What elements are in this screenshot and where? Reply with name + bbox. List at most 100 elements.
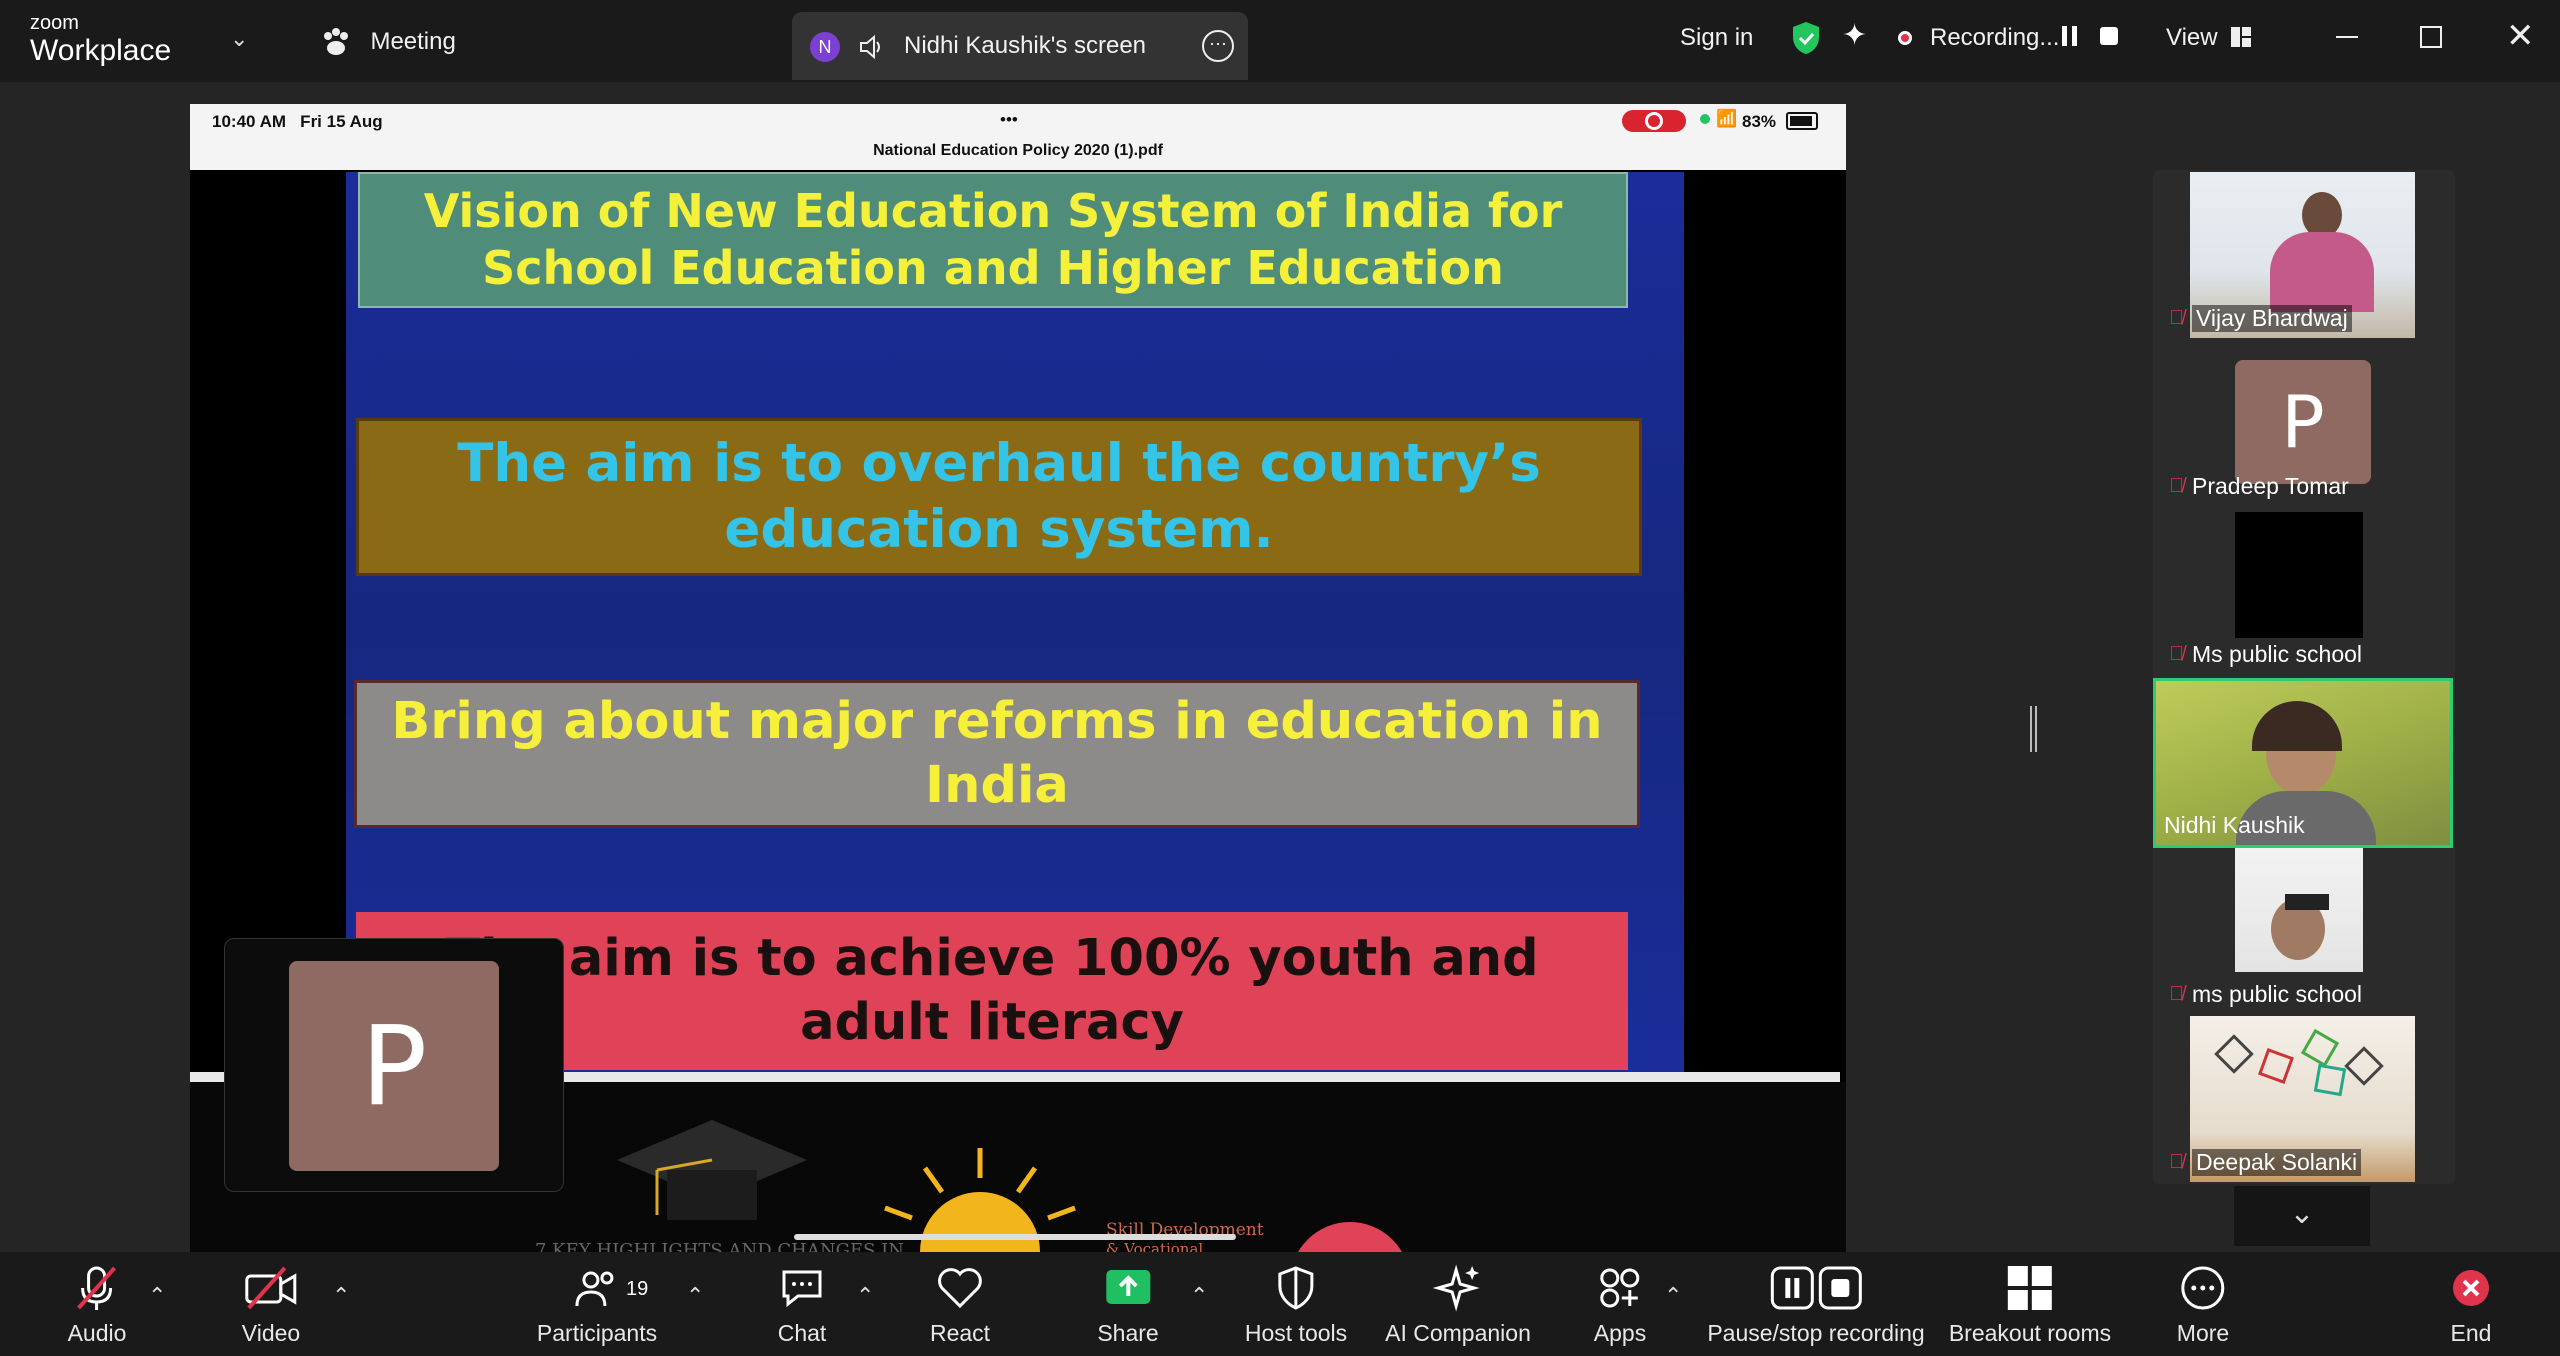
graduation-cap-icon bbox=[617, 1120, 807, 1220]
audio-button[interactable]: Audio bbox=[67, 1262, 127, 1347]
pause-recording-icon[interactable] bbox=[2062, 26, 2077, 51]
more-button[interactable]: More bbox=[2177, 1262, 2229, 1347]
chat-label: Chat bbox=[777, 1320, 827, 1346]
chat-options-caret[interactable]: ⌃ bbox=[856, 1283, 874, 1309]
end-label: End bbox=[2450, 1320, 2492, 1346]
status-dots: ••• bbox=[1000, 110, 1018, 129]
shield-check-icon[interactable] bbox=[1790, 20, 1822, 56]
share-tab-label: Nidhi Kaushik's screen bbox=[904, 32, 1147, 59]
chevron-down-icon: ⌄ bbox=[2289, 1197, 2315, 1230]
active-speaker-tile[interactable]: Nidhi Kaushik bbox=[2153, 678, 2453, 848]
chat-icon bbox=[782, 1270, 822, 1308]
participant-tile[interactable]: 🎙̸ Vijay Bhardwaj bbox=[2155, 172, 2453, 338]
self-view-tile[interactable]: P bbox=[224, 938, 564, 1192]
shield-icon bbox=[1278, 1266, 1314, 1310]
slide-reforms-box: Bring about major reforms in education i… bbox=[354, 680, 1640, 828]
participants-button[interactable]: Participants bbox=[537, 1262, 657, 1347]
battery-icon bbox=[1786, 112, 1818, 130]
meeting-menu[interactable]: Meeting bbox=[320, 26, 456, 58]
video-button[interactable]: Video bbox=[242, 1262, 300, 1347]
video-label: Video bbox=[241, 1320, 301, 1346]
breakout-rooms-button[interactable]: Breakout rooms bbox=[1949, 1262, 2111, 1347]
home-indicator bbox=[794, 1234, 1236, 1240]
pause-stop-recording-button[interactable]: Pause/stop recording bbox=[1707, 1262, 1925, 1347]
participant-name: Pradeep Tomar bbox=[2192, 473, 2349, 499]
view-menu[interactable]: View bbox=[2166, 24, 2218, 52]
apps-label: Apps bbox=[1593, 1320, 1647, 1346]
participants-options-caret[interactable]: ⌃ bbox=[686, 1283, 704, 1309]
camera-indicator-icon bbox=[1700, 114, 1710, 124]
share-label: Share bbox=[1097, 1320, 1159, 1346]
share-tab[interactable]: N Nidhi Kaushik's screen ··· bbox=[792, 12, 1248, 80]
video-options-caret[interactable]: ⌃ bbox=[332, 1283, 350, 1309]
minimize-icon[interactable] bbox=[2336, 36, 2358, 38]
react-label: React bbox=[929, 1320, 991, 1346]
mic-muted-icon: 🎙̸ bbox=[2169, 1151, 2184, 1173]
heart-icon bbox=[938, 1268, 982, 1309]
breakout-rooms-icon bbox=[2007, 1266, 2052, 1310]
sparkle-icon bbox=[1432, 1264, 1480, 1312]
participant-name: Ms public school bbox=[2192, 641, 2363, 667]
mic-muted-icon bbox=[77, 1266, 117, 1310]
more-label: More bbox=[2176, 1320, 2230, 1346]
pause-stop-icon bbox=[1770, 1266, 1862, 1310]
participant-name: Deepak Solanki bbox=[2192, 1149, 2362, 1176]
gallery-scroll-down[interactable]: ⌄ bbox=[2234, 1186, 2370, 1246]
participant-tile[interactable]: 🎙̸ Deepak Solanki bbox=[2155, 1016, 2453, 1182]
sign-in-link[interactable]: Sign in bbox=[1680, 24, 1753, 52]
end-call-icon bbox=[2453, 1270, 2489, 1306]
share-button[interactable]: Share bbox=[1097, 1262, 1159, 1347]
participants-count: 19 bbox=[626, 1278, 649, 1300]
ai-companion-button[interactable]: AI Companion bbox=[1385, 1262, 1531, 1347]
end-meeting-button[interactable]: End bbox=[2445, 1262, 2497, 1347]
apps-options-caret[interactable]: ⌃ bbox=[1664, 1283, 1682, 1309]
participant-video bbox=[2235, 512, 2363, 638]
restore-icon[interactable] bbox=[2420, 26, 2442, 48]
video-off-icon bbox=[245, 1266, 297, 1310]
screen-recording-pill bbox=[1622, 110, 1686, 132]
close-icon[interactable]: ✕ bbox=[2506, 16, 2535, 56]
mic-muted-icon: 🎙̸ bbox=[2169, 983, 2184, 1005]
participant-tile[interactable]: 🎙̸ ms public school bbox=[2155, 848, 2453, 1014]
grid-view-icon[interactable] bbox=[2230, 26, 2252, 48]
host-tools-button[interactable]: Host tools bbox=[1245, 1262, 1347, 1347]
share-screen-icon bbox=[1106, 1270, 1150, 1304]
more-options-icon[interactable]: ··· bbox=[1202, 30, 1234, 62]
participants-label: Participants bbox=[536, 1320, 658, 1346]
participant-avatar: P bbox=[2235, 360, 2371, 484]
chevron-down-icon[interactable]: ⌄ bbox=[230, 26, 248, 52]
participant-tile[interactable]: 🎙̸ Ms public school bbox=[2155, 508, 2453, 674]
audio-options-caret[interactable]: ⌃ bbox=[148, 1283, 166, 1309]
host-tools-label: Host tools bbox=[1244, 1320, 1348, 1346]
battery-level: 83% bbox=[1742, 112, 1777, 131]
document-title: National Education Policy 2020 (1).pdf bbox=[873, 142, 1163, 159]
participant-name: Nidhi Kaushik bbox=[2164, 812, 2305, 838]
apps-icon bbox=[1600, 1268, 1640, 1308]
breakout-rooms-label: Breakout rooms bbox=[1948, 1320, 2112, 1346]
recording-status[interactable]: Recording... bbox=[1930, 24, 2059, 52]
participant-video bbox=[2235, 848, 2363, 972]
audio-label: Audio bbox=[67, 1320, 127, 1346]
more-icon bbox=[2181, 1266, 2225, 1310]
speaker-icon bbox=[860, 34, 880, 60]
pause-stop-label: Pause/stop recording bbox=[1707, 1320, 1925, 1346]
self-view-avatar: P bbox=[289, 961, 499, 1171]
share-options-caret[interactable]: ⌃ bbox=[1190, 1283, 1208, 1309]
apps-button[interactable]: Apps bbox=[1594, 1262, 1646, 1347]
paw-icon bbox=[324, 28, 348, 55]
panel-resize-handle[interactable] bbox=[2030, 706, 2037, 752]
mic-muted-icon: 🎙̸ bbox=[2169, 307, 2184, 329]
mic-muted-icon: 🎙̸ bbox=[2169, 475, 2184, 497]
react-button[interactable]: React bbox=[930, 1262, 990, 1347]
participant-tile[interactable]: P 🎙̸ Pradeep Tomar bbox=[2155, 340, 2453, 506]
sparkle-icon[interactable]: ✦ bbox=[1842, 18, 1867, 53]
slide-title-box: Vision of New Education System of India … bbox=[358, 172, 1628, 308]
stop-recording-icon[interactable] bbox=[2100, 27, 2118, 45]
shared-status-bar: 10:40 AM Fri 15 Aug ••• 📶 83% National E… bbox=[190, 104, 1846, 170]
device-time: 10:40 AM Fri 15 Aug bbox=[212, 112, 383, 131]
mic-muted-icon: 🎙̸ bbox=[2169, 643, 2184, 665]
zoom-logo-small: zoom bbox=[30, 12, 79, 34]
meeting-label: Meeting bbox=[370, 28, 456, 55]
app-brand-name: Workplace bbox=[30, 34, 172, 67]
chat-button[interactable]: Chat bbox=[776, 1262, 828, 1347]
